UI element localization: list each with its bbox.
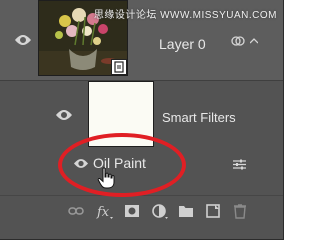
layer-row[interactable]: Layer 0 思缘设计论坛 WWW.MISSYUAN.COM: [0, 0, 283, 81]
watermark: 思缘设计论坛 WWW.MISSYUAN.COM: [93, 10, 277, 21]
layers-panel: Layer 0 思缘设计论坛 WWW.MISSYUAN.COM Smart Fi…: [0, 0, 284, 240]
new-layer-icon[interactable]: [205, 203, 221, 219]
svg-text:fx: fx: [96, 205, 110, 219]
trash-icon[interactable]: [232, 203, 248, 219]
folder-icon[interactable]: [178, 203, 194, 219]
smart-filters-eye-icon[interactable]: [56, 110, 72, 120]
fx-icon[interactable]: fx: [96, 203, 114, 219]
smart-filters-label: Smart Filters: [162, 110, 236, 125]
link-icon[interactable]: [68, 203, 84, 219]
adjustment-layer-icon[interactable]: [151, 203, 169, 219]
blending-options-icon[interactable]: [233, 159, 246, 170]
collapse-chevron-icon[interactable]: [250, 38, 258, 44]
layers-bottom-toolbar: fx: [0, 195, 283, 239]
layer-name[interactable]: Layer 0: [159, 36, 206, 52]
highlight-oval: [58, 133, 186, 197]
visibility-eye-icon[interactable]: [15, 35, 31, 45]
smart-object-icon: [111, 59, 127, 75]
filter-effects-icon[interactable]: [231, 35, 245, 47]
add-mask-icon[interactable]: [124, 203, 140, 219]
